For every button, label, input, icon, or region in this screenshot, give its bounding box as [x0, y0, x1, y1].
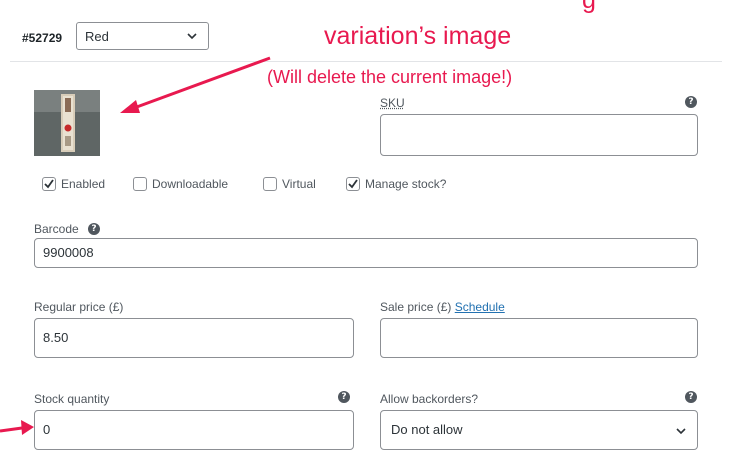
checkbox-checked-icon — [42, 177, 56, 191]
enabled-label: Enabled — [61, 177, 106, 191]
sale-price-label-text: Sale price (£) — [380, 300, 452, 314]
sale-price-label: Sale price (£) Schedule — [380, 300, 505, 314]
checkbox-unchecked-icon — [133, 177, 147, 191]
help-icon[interactable]: ? — [685, 391, 697, 403]
sale-price-input[interactable] — [380, 318, 698, 358]
callout-title-top: g — [582, 0, 596, 14]
downloadable-label: Downloadable — [152, 177, 229, 191]
stock-quantity-input[interactable]: 0 — [34, 410, 354, 450]
checkbox-checked-icon — [346, 177, 360, 191]
regular-price-label: Regular price (£) — [34, 300, 124, 314]
chevron-down-icon — [676, 428, 686, 435]
backorders-label: Allow backorders? — [380, 392, 479, 406]
help-icon[interactable]: ? — [685, 96, 697, 108]
enabled-checkbox[interactable]: Enabled — [42, 177, 105, 191]
variation-image-upload[interactable] — [34, 90, 100, 156]
schedule-link[interactable]: Schedule — [455, 300, 505, 314]
variation-attribute-select[interactable]: Red — [76, 22, 209, 50]
backorders-select[interactable]: Do not allow — [380, 410, 698, 450]
backorders-value: Do not allow — [391, 422, 463, 437]
callout-subtitle: (Will delete the current image!) — [267, 67, 513, 87]
variation-id: #52729 — [22, 31, 63, 45]
variation-attribute-value: Red — [85, 29, 109, 44]
product-image — [34, 90, 100, 156]
virtual-checkbox[interactable]: Virtual — [263, 177, 316, 191]
help-icon[interactable]: ? — [338, 391, 350, 403]
manage-stock-label: Manage stock? — [365, 177, 447, 191]
sku-input[interactable] — [380, 114, 698, 156]
virtual-label: Virtual — [282, 177, 316, 191]
downloadable-checkbox[interactable]: Downloadable — [133, 177, 228, 191]
callout-title: variation’s image — [324, 22, 512, 50]
sku-label: SKU — [380, 96, 405, 110]
regular-price-input[interactable]: 8.50 — [34, 318, 354, 358]
chevron-down-icon — [187, 33, 197, 40]
barcode-label: Barcode — [34, 222, 79, 236]
manage-stock-checkbox[interactable]: Manage stock? — [346, 177, 446, 191]
checkbox-unchecked-icon — [263, 177, 277, 191]
barcode-input[interactable]: 9900008 — [34, 238, 698, 268]
stock-quantity-label: Stock quantity — [34, 392, 110, 406]
help-icon[interactable]: ? — [88, 223, 100, 235]
header-divider — [10, 61, 722, 62]
